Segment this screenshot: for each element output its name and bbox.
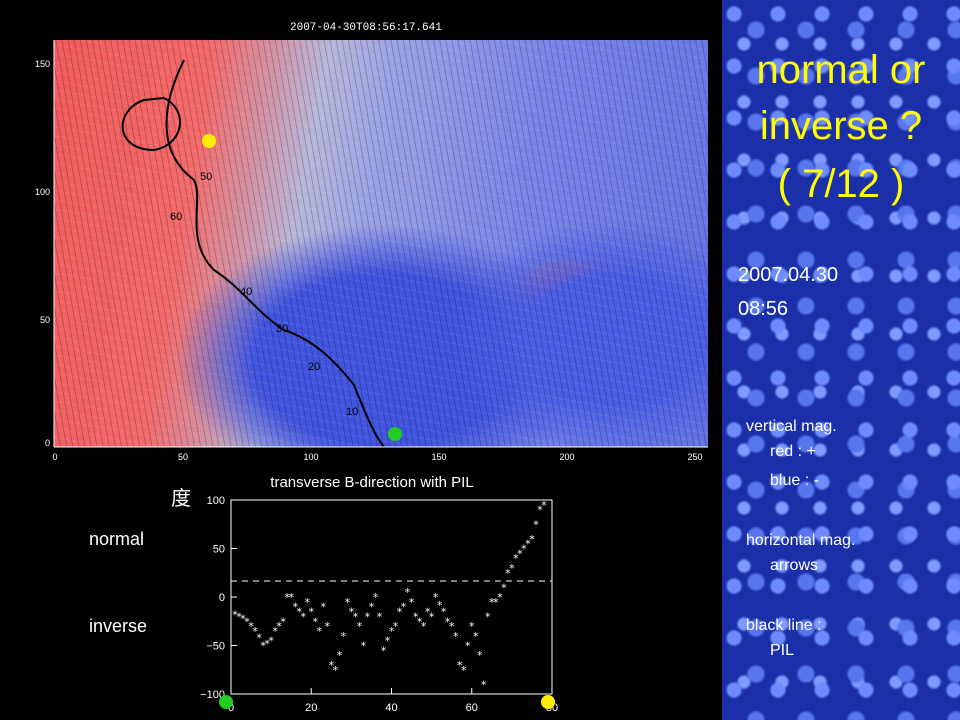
data-point: * — [321, 601, 327, 614]
data-point: * — [529, 533, 535, 546]
data-point: * — [325, 620, 331, 633]
data-point: * — [373, 591, 379, 604]
marker-green-end — [388, 427, 402, 441]
data-points: ****************************************… — [232, 499, 547, 691]
mag-y-tick: 100 — [35, 187, 50, 197]
x-tick-label: 20 — [305, 702, 317, 714]
data-point: * — [421, 620, 427, 633]
marker-green-start — [219, 695, 233, 709]
data-point: * — [401, 601, 407, 614]
legend-blue: blue : - — [770, 472, 819, 489]
data-point: * — [461, 664, 467, 677]
data-point: * — [393, 620, 399, 633]
data-point: * — [341, 630, 347, 643]
data-point: * — [501, 581, 507, 594]
mag-y-tick: 0 — [45, 438, 50, 448]
x-tick-label: 40 — [385, 702, 397, 714]
data-point: * — [361, 640, 367, 653]
mag-x-tick: 100 — [303, 452, 318, 462]
mag-x-tick: 150 — [431, 452, 446, 462]
data-point: * — [453, 630, 459, 643]
data-point: * — [300, 610, 306, 623]
data-point: * — [317, 625, 323, 638]
mag-y-tick: 150 — [35, 59, 50, 69]
title-line-2: inverse ? — [759, 104, 923, 148]
mag-x-tick: 50 — [178, 452, 188, 462]
marker-yellow-end — [541, 695, 555, 709]
data-point: * — [485, 610, 491, 623]
mag-x-tick: 200 — [559, 452, 574, 462]
data-point: * — [477, 649, 483, 662]
magnetogram-axes: 0 50 100 150 200 250 0 50 100 150 — [35, 40, 708, 462]
marker-yellow-start — [202, 134, 216, 148]
title-line-3: ( 7/12 ) — [777, 162, 905, 206]
y-tick-label: 0 — [219, 592, 225, 604]
title-line-1: normal or — [756, 48, 926, 92]
legend-arrows: arrows — [770, 557, 819, 574]
legend-red: red : + — [770, 443, 816, 460]
legend-horizontal: horizontal mag. — [746, 532, 856, 549]
data-point: * — [533, 518, 539, 531]
date-time: 08:56 — [738, 298, 789, 320]
legend-vertical: vertical mag. — [746, 418, 837, 435]
mag-x-tick: 0 — [52, 452, 57, 462]
y-tick-label: −50 — [206, 641, 225, 653]
x-ticks: 0 20 40 60 80 — [228, 688, 558, 714]
y-tick-label: 50 — [213, 544, 225, 556]
scatter-chart: transverse B-direction with PIL 100 50 0 −5… — [200, 474, 558, 714]
data-point: * — [465, 640, 471, 653]
data-point: * — [541, 499, 547, 512]
data-point: * — [280, 615, 286, 628]
data-point: * — [333, 664, 339, 677]
data-point: * — [481, 678, 487, 691]
x-tick-label: 60 — [466, 702, 478, 714]
data-point: * — [429, 610, 435, 623]
data-point: * — [357, 620, 363, 633]
data-point: * — [473, 630, 479, 643]
data-point: * — [377, 610, 383, 623]
plot-frame — [230, 499, 553, 695]
data-point: * — [409, 596, 415, 609]
data-point: * — [337, 649, 343, 662]
chart-title: transverse B-direction with PIL — [270, 474, 473, 491]
legend-black-line: black line : — [746, 617, 822, 634]
slide: normal or inverse ? ( 7/12 ) 2007.04.30 … — [0, 0, 960, 720]
legend-pil: PIL — [770, 642, 795, 659]
date-day: 2007.04.30 — [738, 264, 839, 286]
mag-y-tick: 50 — [40, 315, 50, 325]
y-tick-label: 100 — [207, 495, 225, 507]
mag-x-tick: 250 — [687, 452, 702, 462]
